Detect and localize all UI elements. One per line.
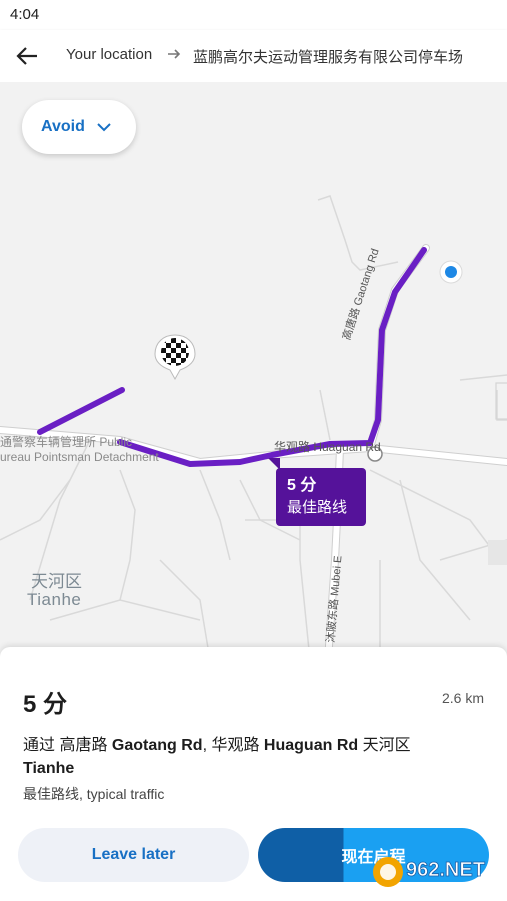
via-mid: , 华观路 [202, 737, 264, 754]
leave-later-button[interactable]: Leave later [18, 828, 249, 882]
via-district: Tianhe [23, 760, 75, 777]
map-label-tianhe-cn: 天河区 [31, 572, 82, 591]
map-view[interactable]: 高唐路 Gaotang Rd 华观路 Huaguan Rd 沐陂东路 Mubei… [0, 82, 507, 662]
status-time: 4:04 [10, 6, 40, 23]
via-prefix: 通过 高唐路 [23, 737, 112, 754]
route-header: Your location 蓝鹏高尔夫运动管理服务有限公司停车场 [0, 30, 507, 82]
chevron-down-icon [97, 123, 111, 132]
map-label-huaguan-rd: 华观路 Huaguan Rd [274, 440, 381, 454]
route-distance: 2.6 km [441, 690, 484, 706]
via-road-1: Gaotang Rd [111, 737, 203, 754]
via-suffix: 天河区 [358, 737, 411, 754]
checkered-flag-icon[interactable] [154, 334, 196, 381]
go-now-button[interactable]: 现在启程 [258, 828, 489, 882]
callout-time: 5 分 [287, 477, 317, 494]
route-callout[interactable]: 5 分 最佳路线 [276, 468, 366, 526]
arrow-left-icon [16, 47, 37, 65]
map-label-police-cn: 通警察车辆管理所 Public [0, 435, 133, 449]
avoid-button[interactable]: Avoid [22, 100, 136, 154]
route-origin[interactable]: Your location [66, 46, 152, 63]
route-duration: 5 分 [23, 691, 68, 718]
back-button[interactable] [12, 41, 42, 71]
route-traffic: 最佳路线, typical traffic [23, 786, 165, 802]
location-icon [439, 260, 463, 284]
route-details-sheet: 5 分 2.6 km 通过 高唐路 Gaotang Rd, 华观路 Huagua… [0, 647, 507, 901]
route-via: 通过 高唐路 Gaotang Rd, 华观路 Huaguan Rd 天河区 Ti… [23, 734, 463, 780]
callout-label: 最佳路线 [287, 499, 348, 516]
avoid-label: Avoid [41, 118, 85, 135]
via-road-2: Huaguan Rd [263, 737, 359, 754]
map-label-police-en: ureau Pointsman Detachment [0, 450, 159, 464]
map-label-tianhe-en: Tianhe [27, 590, 82, 609]
status-bar: 4:04 [0, 0, 507, 30]
route-destination[interactable]: 蓝鹏高尔夫运动管理服务有限公司停车场 [193, 46, 463, 67]
arrow-right-icon [168, 49, 181, 59]
